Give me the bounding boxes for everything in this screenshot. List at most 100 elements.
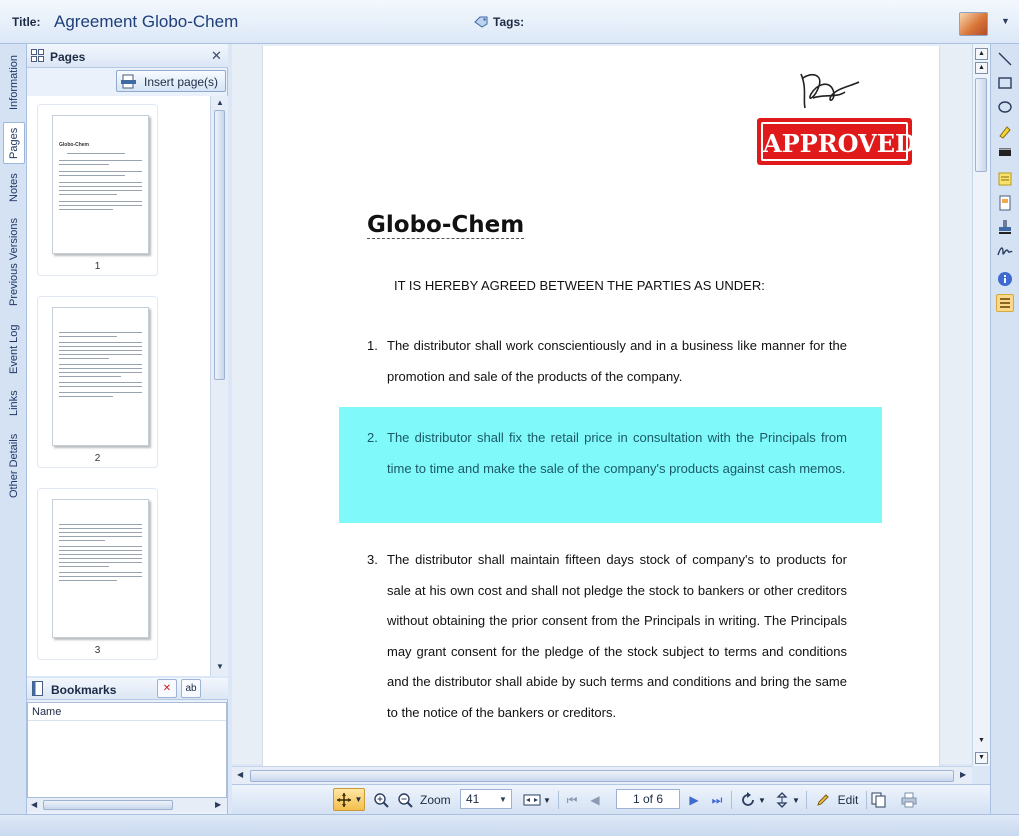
signature-tool-icon[interactable] <box>996 242 1014 260</box>
tab-information[interactable]: Information <box>3 50 25 114</box>
clause-number: 2. <box>367 430 378 445</box>
thumbnail-page-number: 3 <box>94 645 101 656</box>
thumbnails-scrollbar[interactable]: ▲ ▼ <box>210 96 228 676</box>
scroll-top-icon[interactable]: ▲ <box>975 48 988 60</box>
thumbnail-preview: Globo-Chem <box>52 115 149 254</box>
zoom-value: 41 <box>466 792 480 806</box>
rectangle-tool-icon[interactable] <box>996 74 1014 92</box>
approved-stamp[interactable]: APPROVED <box>757 118 916 165</box>
signature-annotation[interactable] <box>793 68 863 114</box>
zoom-select[interactable]: 41 ▼ <box>460 789 512 809</box>
highlighter-tool-icon[interactable] <box>996 122 1014 140</box>
title-bar: Title: Agreement Globo-Chem Tags: ▼ <box>0 0 1019 44</box>
chevron-down-icon: ▼ <box>792 795 800 805</box>
previous-page-icon[interactable]: ◀ <box>588 791 602 809</box>
scroll-right-icon[interactable]: ▶ <box>960 770 966 779</box>
tab-other-details[interactable]: Other Details <box>3 428 25 504</box>
tab-notes[interactable]: Notes <box>3 170 25 206</box>
fit-width-button[interactable]: ▼ <box>522 791 552 809</box>
page-number-input[interactable]: 1 of 6 <box>616 789 680 809</box>
page-thumbnails: Globo-Chem 1 2 3 <box>27 96 210 676</box>
document-vertical-scrollbar[interactable]: ▲ ▲ ▼ ▼ <box>972 44 990 766</box>
document-intro: IT IS HEREBY AGREED BETWEEN THE PARTIES … <box>394 278 765 293</box>
scroll-up-icon[interactable]: ▲ <box>975 62 988 74</box>
line-tool-icon[interactable] <box>996 50 1014 68</box>
clause-1: 1. The distributor shall work conscienti… <box>367 331 847 393</box>
redaction-tool-icon[interactable] <box>996 144 1014 162</box>
insert-pages-label: Insert page(s) <box>144 75 219 89</box>
thumbnail-preview <box>52 499 149 638</box>
tab-event-log[interactable]: Event Log <box>3 320 25 378</box>
scroll-left-icon[interactable]: ◀ <box>237 770 243 779</box>
scrollbar-thumb[interactable] <box>250 770 954 782</box>
flip-icon <box>776 792 788 808</box>
print-icon[interactable] <box>900 791 918 809</box>
title-label: Title: <box>12 15 41 29</box>
clause-text: The distributor shall work conscientious… <box>387 338 847 384</box>
first-page-icon[interactable]: ⏮ <box>564 791 580 809</box>
bookmarks-list: Name <box>27 702 227 798</box>
zoom-in-icon[interactable] <box>372 791 390 809</box>
rename-bookmark-button[interactable]: ab <box>181 679 201 698</box>
thumbnail-page-number: 1 <box>94 261 101 272</box>
bottom-toolbar: ▼ Zoom 41 ▼ ▼ ⏮ ◀ 1 of 6 ▶ ⏭ ▼ ▼ Edit <box>232 784 990 814</box>
scroll-right-icon[interactable]: ▶ <box>215 800 221 809</box>
zoom-out-icon[interactable] <box>396 791 414 809</box>
scrollbar-thumb[interactable] <box>43 800 173 810</box>
tab-pages[interactable]: Pages <box>3 122 25 164</box>
pages-panel: Pages ✕ Insert page(s) Globo-Chem 1 2 3 … <box>27 44 228 676</box>
chevron-down-icon[interactable]: ▼ <box>1001 16 1010 26</box>
scrollbar-thumb[interactable] <box>975 78 987 172</box>
next-page-icon[interactable]: ▶ <box>687 791 701 809</box>
annotation-toolbar <box>990 44 1019 814</box>
info-icon[interactable] <box>996 270 1014 288</box>
stamp-text: APPROVED <box>763 129 916 158</box>
flip-button[interactable]: ▼ <box>772 791 802 809</box>
tab-previous-versions[interactable]: Previous Versions <box>3 214 25 310</box>
clause-text: The distributor shall maintain fifteen d… <box>387 552 847 720</box>
text-note-icon[interactable] <box>996 194 1014 212</box>
scroll-up-icon[interactable]: ▲ <box>216 98 224 107</box>
close-icon[interactable]: ✕ <box>211 48 222 64</box>
document-viewer[interactable]: APPROVED Globo-Chem IT IS HEREBY AGREED … <box>232 44 990 766</box>
rotate-button[interactable]: ▼ <box>738 791 768 809</box>
pan-tool-button[interactable]: ▼ <box>333 788 365 811</box>
tags-label[interactable]: Tags: <box>493 15 524 29</box>
page-thumbnail-3[interactable]: 3 <box>37 488 158 660</box>
bookmarks-column-name[interactable]: Name <box>28 703 226 721</box>
page-thumbnail-1[interactable]: Globo-Chem 1 <box>37 104 158 276</box>
bookmarks-scrollbar[interactable]: ◀ ▶ <box>27 798 227 812</box>
scroll-bottom-icon[interactable]: ▼ <box>975 752 988 764</box>
document-heading: Globo-Chem <box>367 212 525 239</box>
stamp-tool-icon[interactable] <box>996 218 1014 236</box>
status-bar <box>0 814 1019 836</box>
page-thumbnail-2[interactable]: 2 <box>37 296 158 468</box>
insert-page-icon <box>121 74 136 89</box>
copy-pages-icon[interactable] <box>870 791 888 809</box>
ellipse-tool-icon[interactable] <box>996 98 1014 116</box>
document-horizontal-scrollbar[interactable]: ◀ ▶ <box>232 766 972 784</box>
insert-pages-button[interactable]: Insert page(s) <box>116 70 226 92</box>
thumbnail-heading: Globo-Chem <box>59 142 89 148</box>
document-title-field[interactable]: Agreement Globo-Chem <box>54 12 238 32</box>
pages-panel-title: Pages <box>50 50 86 64</box>
user-avatar[interactable] <box>959 12 988 36</box>
last-page-icon[interactable]: ⏭ <box>709 791 725 809</box>
bookmarks-panel: Bookmarks ✕ ab Name ◀ ▶ <box>27 678 228 814</box>
grid-icon <box>31 49 44 62</box>
tab-links[interactable]: Links <box>3 388 25 418</box>
scroll-left-icon[interactable]: ◀ <box>31 800 37 809</box>
chevron-down-icon: ▼ <box>499 795 507 804</box>
bookmark-icon <box>32 681 43 696</box>
scroll-down-icon[interactable]: ▼ <box>975 736 988 748</box>
document-page: APPROVED Globo-Chem IT IS HEREBY AGREED … <box>262 46 940 766</box>
bookmarks-title: Bookmarks <box>51 683 117 697</box>
chevron-down-icon: ▼ <box>543 795 551 805</box>
edit-button[interactable]: Edit <box>812 791 862 809</box>
scroll-down-icon[interactable]: ▼ <box>216 662 224 671</box>
scrollbar-thumb[interactable] <box>214 110 225 380</box>
annotation-list-icon[interactable] <box>996 294 1014 312</box>
tag-icon <box>474 16 488 28</box>
delete-bookmark-button[interactable]: ✕ <box>157 679 177 698</box>
sticky-note-icon[interactable] <box>996 170 1014 188</box>
